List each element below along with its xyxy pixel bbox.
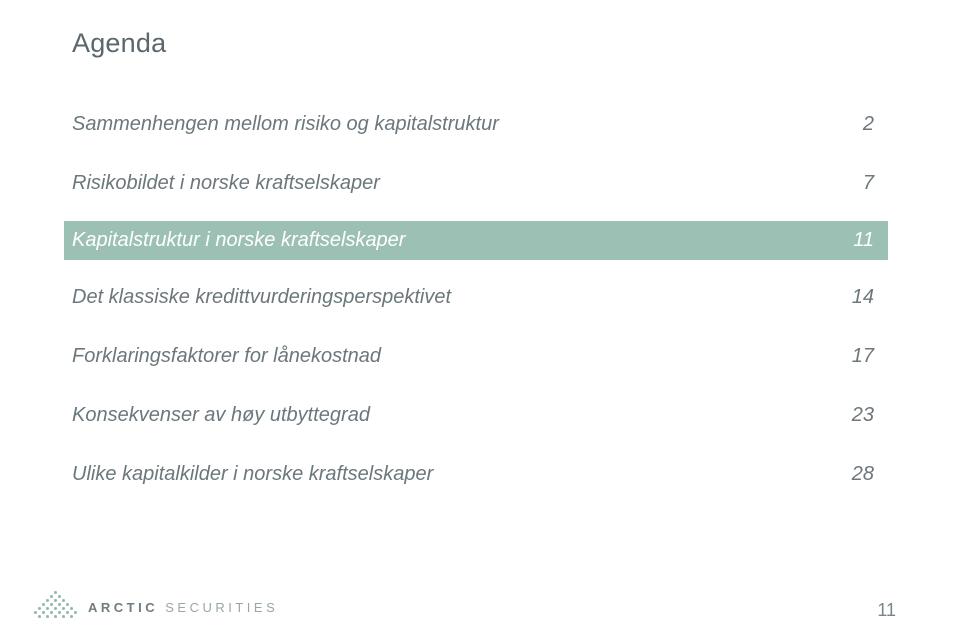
agenda-item-label: Forklaringsfaktorer for lånekostnad xyxy=(72,345,834,368)
agenda-item-label: Risikobildet i norske kraftselskaper xyxy=(72,172,834,195)
agenda-item-page: 11 xyxy=(834,229,874,252)
agenda-item-active: Kapitalstruktur i norske kraftselskaper … xyxy=(64,221,888,260)
page-number: 11 xyxy=(877,600,896,621)
agenda-item: Konsekvenser av høy utbyttegrad 23 xyxy=(72,394,888,437)
brand-light: SECURITIES xyxy=(165,600,278,615)
brand-bold: ARCTIC xyxy=(88,600,158,615)
agenda-item-label: Kapitalstruktur i norske kraftselskaper xyxy=(72,229,834,252)
brand-text: ARCTIC SECURITIES xyxy=(88,600,278,615)
agenda-item: Sammenhengen mellom risiko og kapitalstr… xyxy=(72,103,888,146)
agenda-item-page: 2 xyxy=(834,113,874,136)
agenda-item-page: 28 xyxy=(834,463,874,486)
agenda-list: Sammenhengen mellom risiko og kapitalstr… xyxy=(72,103,888,512)
page-title: Agenda xyxy=(72,28,888,59)
agenda-item: Ulike kapitalkilder i norske kraftselska… xyxy=(72,453,888,496)
agenda-item-page: 17 xyxy=(834,345,874,368)
agenda-item: Det klassiske kredittvurderingsperspekti… xyxy=(72,276,888,319)
slide-content: Agenda Sammenhengen mellom risiko og kap… xyxy=(0,0,960,512)
agenda-item: Forklaringsfaktorer for lånekostnad 17 xyxy=(72,335,888,378)
agenda-item-page: 23 xyxy=(834,404,874,427)
agenda-item-label: Sammenhengen mellom risiko og kapitalstr… xyxy=(72,113,834,136)
footer-brand: ARCTIC SECURITIES xyxy=(32,591,278,623)
agenda-item: Risikobildet i norske kraftselskaper 7 xyxy=(72,162,888,205)
logo-icon xyxy=(32,591,78,623)
agenda-item-label: Ulike kapitalkilder i norske kraftselska… xyxy=(72,463,834,486)
agenda-item-label: Det klassiske kredittvurderingsperspekti… xyxy=(72,286,834,309)
agenda-item-page: 7 xyxy=(834,172,874,195)
agenda-item-label: Konsekvenser av høy utbyttegrad xyxy=(72,404,834,427)
agenda-item-page: 14 xyxy=(834,286,874,309)
